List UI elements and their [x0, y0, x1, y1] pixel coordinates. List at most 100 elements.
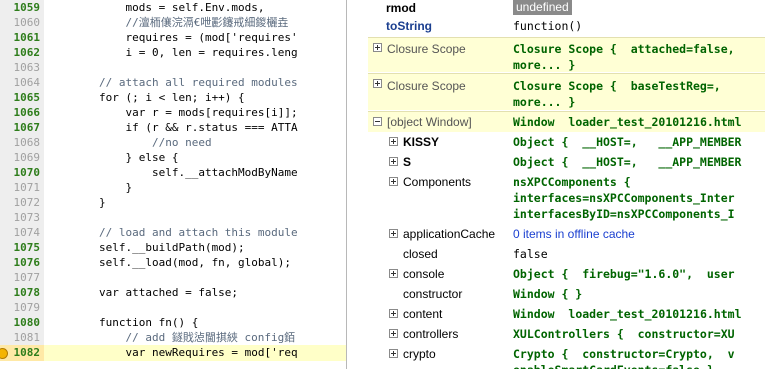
closure-scope-row-1[interactable]: Closure Scope Closure Scope { attached=f…	[368, 37, 765, 72]
property-name: console	[403, 267, 445, 281]
line-number[interactable]: 1059	[0, 0, 44, 16]
source-line[interactable]: 1063	[0, 60, 346, 76]
watch-row-rmod[interactable]: rmod undefined	[368, 0, 765, 16]
property-row[interactable]: KISSY Object { __HOST=, __APP_MEMBER	[368, 133, 765, 153]
source-line[interactable]: 1079	[0, 300, 346, 316]
expand-icon[interactable]	[389, 349, 398, 358]
line-number[interactable]: 1081	[0, 330, 44, 346]
expand-icon[interactable]	[389, 309, 398, 318]
code-text: // attach all required modules	[46, 76, 298, 89]
source-line[interactable]: 1070 self.__attachModByName	[0, 165, 346, 181]
expand-icon[interactable]	[373, 43, 382, 52]
source-line[interactable]: 1067 if (r && r.status === ATTA	[0, 120, 346, 136]
source-line[interactable]: 1068 //no need	[0, 135, 346, 151]
line-number[interactable]: 1069	[0, 150, 44, 166]
code-text: // load and attach this module	[46, 226, 298, 239]
source-line[interactable]: 1074 // load and attach this module	[0, 225, 346, 241]
expand-icon[interactable]	[389, 157, 398, 166]
scope-label: Closure Scope	[387, 42, 466, 56]
expand-icon[interactable]	[389, 177, 398, 186]
line-number[interactable]: 1066	[0, 105, 44, 121]
source-line[interactable]: 1071 }	[0, 180, 346, 196]
window-type: Window	[513, 115, 555, 129]
code-text: //no need	[46, 136, 212, 149]
source-line[interactable]: 1081 // add 鐩戝惉閫掑綊 config銆	[0, 330, 346, 346]
watch-value: function()	[513, 19, 583, 33]
line-number[interactable]: 1072	[0, 195, 44, 211]
expand-icon[interactable]	[389, 329, 398, 338]
property-name: crypto	[403, 347, 436, 361]
line-number[interactable]: 1080	[0, 315, 44, 331]
window-scope-row[interactable]: [object Window] Window loader_test_20101…	[368, 111, 765, 132]
source-line[interactable]: 1060 //澶栭儴浣滆€呭彲鑳戒細鍐欐垚	[0, 15, 346, 31]
property-row[interactable]: constructor Window { }	[368, 285, 765, 305]
source-line[interactable]: 1072 }	[0, 195, 346, 211]
source-line[interactable]: 1061 requires = (mod['requires'	[0, 30, 346, 46]
line-number[interactable]: 1079	[0, 300, 44, 316]
code-text: }	[46, 181, 133, 194]
source-line[interactable]: 1075 self.__buildPath(mod);	[0, 240, 346, 256]
closure-scope-row-2[interactable]: Closure Scope Closure Scope { baseTestRe…	[368, 73, 765, 110]
property-value: Object { __HOST=, __APP_MEMBER	[513, 135, 742, 149]
expand-icon[interactable]	[373, 79, 382, 88]
source-line[interactable]: 1082 var newRequires = mod['req	[0, 345, 346, 361]
property-value: Window loader_test_20101216.html	[513, 307, 742, 321]
line-number[interactable]: 1061	[0, 30, 44, 46]
property-row[interactable]: applicationCache 0 items in offline cache	[368, 225, 765, 245]
code-text: if (r && r.status === ATTA	[46, 121, 298, 134]
scope-more[interactable]: more... }	[513, 94, 575, 110]
code-text: requires = (mod['requires'	[46, 31, 298, 44]
scope-value: Closure Scope { baseTestReg=,	[513, 79, 721, 93]
source-line[interactable]: 1077	[0, 270, 346, 286]
source-line[interactable]: 1065 for (; i < len; i++) {	[0, 90, 346, 106]
expand-icon[interactable]	[389, 137, 398, 146]
code-text: // add 鐩戝惉閫掑綊 config銆	[46, 331, 296, 344]
property-row[interactable]: closed false	[368, 245, 765, 265]
property-row[interactable]: content Window loader_test_20101216.html	[368, 305, 765, 325]
scope-more[interactable]: more... }	[513, 57, 575, 73]
property-value-continued: enableSmartCardEvents=false }	[513, 362, 714, 369]
property-row[interactable]: crypto Crypto { constructor=Crypto, venab…	[368, 345, 765, 369]
property-name: controllers	[403, 327, 459, 341]
source-panel: 1059 mods = self.Env.mods, 1060 //澶栭儴浣滆€呭…	[0, 0, 347, 369]
line-number[interactable]: 1068	[0, 135, 44, 151]
source-line[interactable]: 1062 i = 0, len = requires.leng	[0, 45, 346, 61]
source-line[interactable]: 1080 function fn() {	[0, 315, 346, 331]
line-number[interactable]: 1076	[0, 255, 44, 271]
source-line[interactable]: 1066 var r = mods[requires[i]];	[0, 105, 346, 121]
source-line[interactable]: 1076 self.__load(mod, fn, global);	[0, 255, 346, 271]
property-value: Object { firebug="1.6.0", user	[513, 267, 735, 281]
property-value-continued: interfacesByID=nsXPCComponents_I	[513, 207, 735, 221]
line-number[interactable]: 1064	[0, 75, 44, 91]
line-number[interactable]: 1065	[0, 90, 44, 106]
source-line[interactable]: 1069 } else {	[0, 150, 346, 166]
scope-label: [object Window]	[387, 115, 472, 129]
line-number[interactable]: 1067	[0, 120, 44, 136]
line-number[interactable]: 1078	[0, 285, 44, 301]
line-number[interactable]: 1060	[0, 15, 44, 31]
line-number[interactable]: 1074	[0, 225, 44, 241]
line-number[interactable]: 1062	[0, 45, 44, 61]
source-line[interactable]: 1059 mods = self.Env.mods,	[0, 0, 346, 16]
line-number[interactable]: 1073	[0, 210, 44, 226]
line-number[interactable]: 1071	[0, 180, 44, 196]
expand-icon[interactable]	[389, 269, 398, 278]
watch-row-tostring[interactable]: toString function()	[368, 17, 765, 33]
line-number[interactable]: 1077	[0, 270, 44, 286]
code-text: self.__load(mod, fn, global);	[46, 256, 292, 269]
property-row[interactable]: S Object { __HOST=, __APP_MEMBER	[368, 153, 765, 173]
code-text: self.__buildPath(mod);	[46, 241, 245, 254]
expand-icon[interactable]	[389, 229, 398, 238]
property-row[interactable]: Components nsXPCComponents {interfaces=ns…	[368, 173, 765, 225]
code-text: }	[46, 196, 106, 209]
source-line[interactable]: 1073	[0, 210, 346, 226]
source-line[interactable]: 1064 // attach all required modules	[0, 75, 346, 91]
collapse-icon[interactable]	[373, 117, 382, 126]
line-number[interactable]: 1063	[0, 60, 44, 76]
source-line[interactable]: 1078 var attached = false;	[0, 285, 346, 301]
line-number[interactable]: 1075	[0, 240, 44, 256]
line-number[interactable]: 1070	[0, 165, 44, 181]
property-row[interactable]: console Object { firebug="1.6.0", user	[368, 265, 765, 285]
property-name: KISSY	[403, 135, 440, 149]
property-row[interactable]: controllers XULControllers { constructor=…	[368, 325, 765, 345]
